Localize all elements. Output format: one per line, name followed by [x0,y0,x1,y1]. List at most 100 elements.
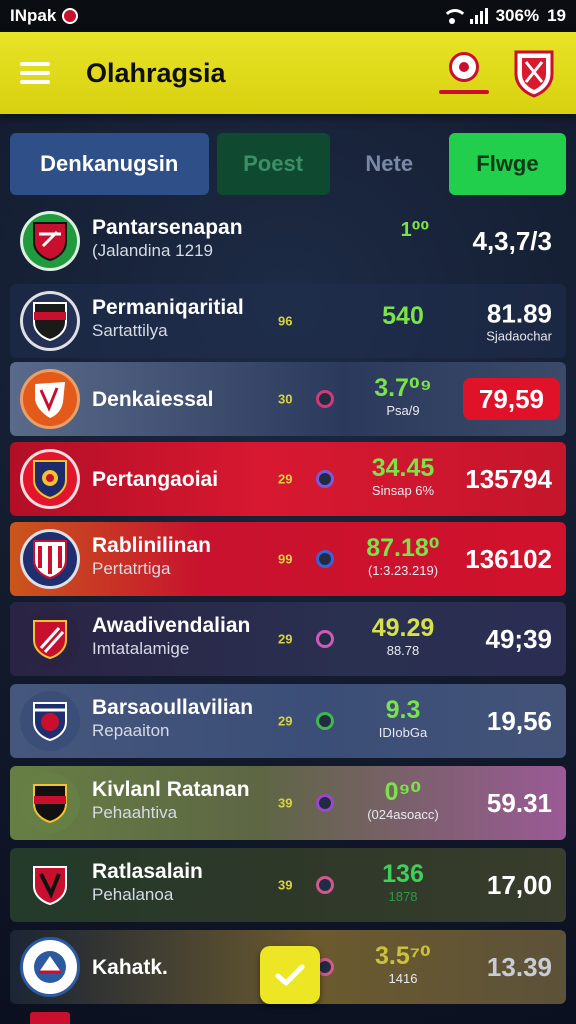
score-value: 49.29 [371,614,435,642]
odds-block: 49;39 [486,624,553,654]
match-count: 30 [278,391,293,407]
team-name: Permaniqaritial [92,296,244,319]
tab-bar: Denkanugsin Poest Nete Flwge [10,133,566,195]
odds-value: 81.89 [486,298,552,329]
team-names: Ratlasalain Pehalanoa [92,860,203,906]
team-crest-icon [20,291,80,351]
team-name: Denkaiessal [92,388,214,411]
odds-block: 59.31 [487,788,552,818]
score-subtitle: 1416 [388,971,418,986]
odds-block: 136102 [465,544,552,574]
team-subtitle: (Jalandina 1219 [92,241,213,260]
score-subtitle: (1:3.23.219) [367,563,439,578]
tab-flwge[interactable]: Flwge [448,133,566,195]
team-crest-icon [20,211,80,271]
score-block: 87.18⁰ (1:3.23.219) [358,534,448,580]
confirm-button[interactable] [260,946,320,1004]
list-item[interactable]: Pertangaoiai 29 34.45 Sinsap 6% 135794 [10,442,566,516]
score-block: 0⁹⁰ (024asoacc) [358,778,448,824]
score-block: 49.29 88.78 [358,614,448,660]
list-item[interactable]: Kivlanl Ratanan Pehaahtiva 39 0⁹⁰ (024as… [10,766,566,840]
tab-poest[interactable]: Poest [216,133,330,195]
bottom-partial-icon [30,1012,70,1024]
ball-icon [316,712,334,730]
battery-label: 306% [495,6,540,25]
team-names: Permaniqaritial Sartattilya [92,296,244,342]
odds-value: 59.31 [486,788,552,818]
match-count: 96 [278,313,293,329]
tab-denkanugsin[interactable]: Denkanugsin [10,133,209,195]
match-count: 99 [278,551,293,567]
score-value: 1⁰⁰ [400,219,430,241]
ball-icon [316,470,334,488]
ball-icon [316,390,334,408]
score-value: 87.18⁰ [366,534,440,562]
team-crest-icon [20,937,80,997]
team-crest-icon [20,609,80,669]
match-count: 29 [278,631,293,647]
team-names: Denkaiessal [92,388,213,412]
team-names: Pertangaoiai [92,468,218,492]
score-block: 9.3 IDIobGa [358,696,448,742]
app-bar-actions [439,45,556,101]
score-value: 136 [382,860,424,888]
score-block: 3.7⁰⁹ Psa/9 [358,374,448,420]
team-crest-icon [20,691,80,751]
tab-nete[interactable]: Nete [338,133,441,195]
club-shield-icon[interactable] [512,48,556,98]
list-item[interactable]: Ratlasalain Pehalanoa 39 136 1878 17,00 [10,848,566,922]
team-subtitle: Pehalanoa [92,885,174,904]
app-title: Olahragsia [86,57,226,88]
score-value: 34.45 [371,454,435,482]
match-count: 39 [278,877,293,893]
score-value: 0⁹⁰ [384,778,422,806]
team-names: Awadivendalian Imtatalamige [92,614,250,660]
team-names: Kivlanl Ratanan Pehaahtiva [92,778,250,824]
score-block: 3.5⁷⁰ 1416 [358,942,448,988]
notification-badge-icon[interactable] [439,45,489,101]
odds-value: 17,00 [486,870,552,900]
carrier-badge-icon [62,8,79,24]
odds-block[interactable]: 79,59 [462,378,560,420]
list-item[interactable]: Denkaiessal 30 3.7⁰⁹ Psa/9 79,59 [10,362,566,436]
score-subtitle: IDIobGa [378,725,428,740]
team-name: Ratlasalain [92,860,203,883]
list-item[interactable]: Permaniqaritial Sartattilya 96 540 81.89… [10,284,566,358]
team-crest-icon [20,529,80,589]
score-subtitle: 88.78 [386,643,420,658]
check-icon [275,964,305,986]
team-name: Rablinilinan [92,534,212,557]
team-names: Rablinilinan Pertatrtiga [92,534,211,580]
ball-icon [316,876,334,894]
list-item[interactable]: Awadivendalian Imtatalamige 29 49.29 88.… [10,602,566,676]
score-value: 9.3 [385,696,421,724]
list-item[interactable]: Rablinilinan Pertatrtiga 99 87.18⁰ (1:3.… [10,522,566,596]
team-name: Awadivendalian [92,614,251,637]
match-count: 29 [278,471,293,487]
team-name: Kahatk. [92,956,168,979]
list-item[interactable]: Barsaoullavilian Repaaiton 29 9.3 IDIobG… [10,684,566,758]
team-name: Kivlanl Ratanan [92,778,250,801]
ball-icon [316,630,334,648]
score-subtitle: Psa/9 [386,403,420,418]
hamburger-icon[interactable] [20,62,50,84]
ball-icon [316,794,334,812]
list-item[interactable]: Pantarsenapan (Jalandina 1219 1⁰⁰ 4,3,7/… [10,204,566,278]
score-block: 34.45 Sinsap 6% [358,454,448,500]
clock-label: 19 [547,6,566,25]
score-block: 1⁰⁰ [370,216,460,244]
team-names: Barsaoullavilian Repaaiton [92,696,253,742]
team-crest-icon [20,369,80,429]
match-count: 39 [278,795,293,811]
odds-value: 79,59 [478,384,544,414]
odds-block: 13.39 [487,952,552,982]
odds-value: 13.39 [486,952,552,982]
odds-block: 135794 [465,464,552,494]
odds-value: 136102 [465,544,552,574]
team-crest-icon [20,855,80,915]
odds-value: 4,3,7/3 [472,226,552,256]
carrier-group: INpak [10,6,79,26]
score-subtitle: 1878 [388,889,418,904]
team-subtitle: Pehaahtiva [92,803,178,822]
status-right: 306% 19 [441,6,566,26]
